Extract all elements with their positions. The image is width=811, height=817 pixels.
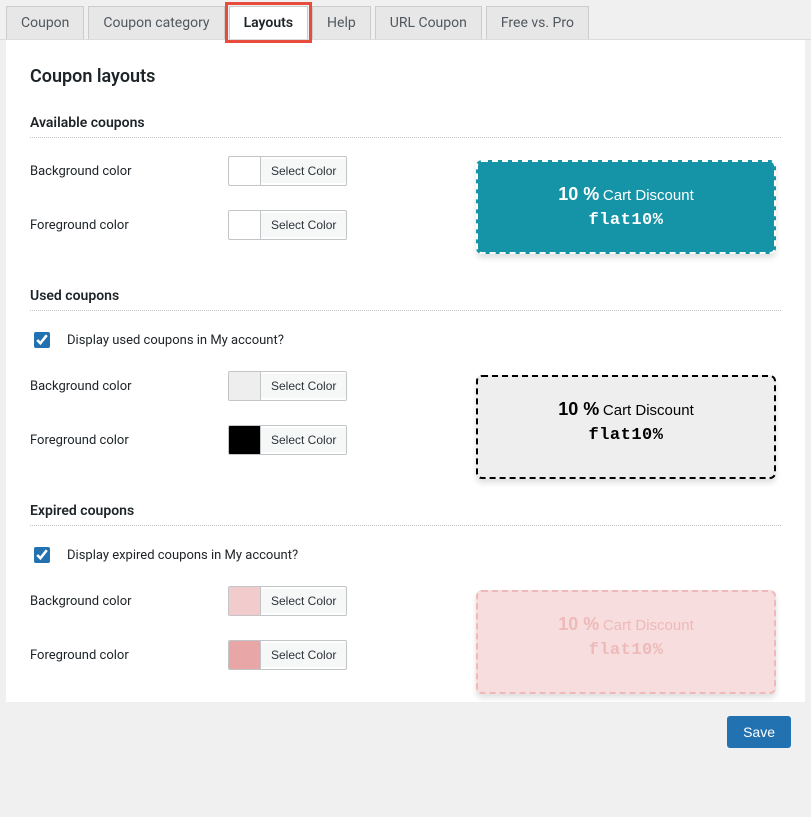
colorpicker-available-bg[interactable]: Select Color <box>228 156 347 186</box>
colorpicker-expired-fg[interactable]: Select Color <box>228 640 347 670</box>
heading-available: Available coupons <box>30 115 781 138</box>
label-expired-bg: Background color <box>30 594 228 609</box>
preview-code: flat10% <box>488 211 764 230</box>
preview-available-coupon: 10 % Cart Discount flat10% <box>476 160 776 254</box>
swatch-used-bg <box>229 372 261 400</box>
select-color-button[interactable]: Select Color <box>261 159 346 183</box>
label-display-used: Display used coupons in My account? <box>67 333 284 348</box>
checkbox-display-used[interactable] <box>34 332 50 348</box>
colorpicker-used-bg[interactable]: Select Color <box>228 371 347 401</box>
preview-desc: Cart Discount <box>603 617 694 634</box>
tabs-bar: Coupon Coupon category Layouts Help URL … <box>0 0 811 40</box>
swatch-available-bg <box>229 157 261 185</box>
tab-coupon[interactable]: Coupon <box>6 6 84 39</box>
label-used-fg: Foreground color <box>30 433 228 448</box>
label-used-bg: Background color <box>30 379 228 394</box>
swatch-available-fg <box>229 211 261 239</box>
footer-bar: Save <box>0 702 811 762</box>
preview-desc: Cart Discount <box>603 187 694 204</box>
save-button[interactable]: Save <box>727 716 791 748</box>
tab-layouts[interactable]: Layouts <box>229 6 308 39</box>
swatch-expired-bg <box>229 587 261 615</box>
swatch-expired-fg <box>229 641 261 669</box>
label-expired-fg: Foreground color <box>30 648 228 663</box>
preview-expired-coupon: 10 % Cart Discount flat10% <box>476 590 776 694</box>
heading-expired: Expired coupons <box>30 503 781 526</box>
label-available-fg: Foreground color <box>30 218 228 233</box>
preview-code: flat10% <box>488 641 764 660</box>
tab-url-coupon[interactable]: URL Coupon <box>375 6 482 39</box>
select-color-button[interactable]: Select Color <box>261 589 346 613</box>
select-color-button[interactable]: Select Color <box>261 643 346 667</box>
tab-coupon-category[interactable]: Coupon category <box>88 6 224 39</box>
tab-help[interactable]: Help <box>312 6 371 39</box>
preview-percent: 10 % <box>558 614 599 634</box>
preview-code: flat10% <box>488 426 764 445</box>
preview-desc: Cart Discount <box>603 402 694 419</box>
page-title: Coupon layouts <box>30 66 781 87</box>
preview-percent: 10 % <box>558 399 599 419</box>
tab-free-vs-pro[interactable]: Free vs. Pro <box>486 6 589 39</box>
select-color-button[interactable]: Select Color <box>261 374 346 398</box>
label-available-bg: Background color <box>30 164 228 179</box>
select-color-button[interactable]: Select Color <box>261 213 346 237</box>
select-color-button[interactable]: Select Color <box>261 428 346 452</box>
colorpicker-used-fg[interactable]: Select Color <box>228 425 347 455</box>
colorpicker-available-fg[interactable]: Select Color <box>228 210 347 240</box>
preview-used-coupon: 10 % Cart Discount flat10% <box>476 375 776 479</box>
heading-used: Used coupons <box>30 288 781 311</box>
settings-panel: Coupon layouts Available coupons Backgro… <box>6 40 805 702</box>
label-display-expired: Display expired coupons in My account? <box>67 548 298 563</box>
preview-percent: 10 % <box>558 184 599 204</box>
colorpicker-expired-bg[interactable]: Select Color <box>228 586 347 616</box>
swatch-used-fg <box>229 426 261 454</box>
checkbox-display-expired[interactable] <box>34 547 50 563</box>
